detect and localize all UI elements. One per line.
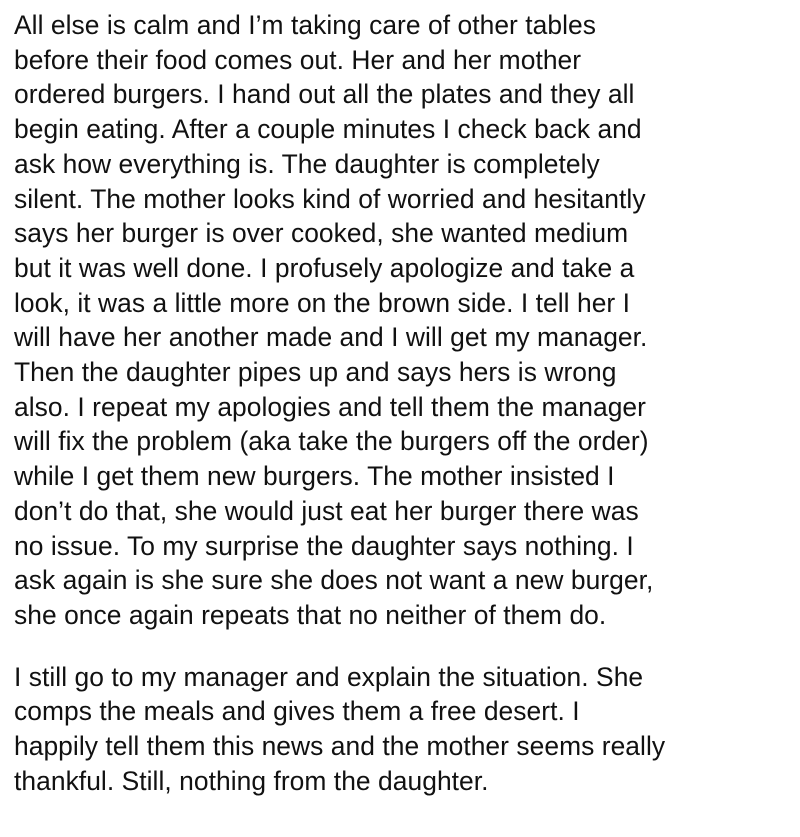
text-line: says her burger is over cooked, she want…	[14, 218, 629, 249]
text-line: look, it was a little more on the brown …	[14, 287, 631, 318]
paragraph-1: All else is calm and I’m taking care of …	[14, 8, 792, 633]
text-line: while I get them new burgers. The mother…	[14, 461, 615, 492]
text-line: will fix the problem (aka take the burge…	[14, 426, 649, 457]
text-line: silent. The mother looks kind of worried…	[14, 183, 646, 214]
text-line: thankful. Still, nothing from the daught…	[14, 765, 489, 796]
text-line: Then the daughter pipes up and says hers…	[14, 357, 617, 388]
text-line: ordered burgers. I hand out all the plat…	[14, 79, 635, 110]
text-line: before their food comes out. Her and her…	[14, 44, 582, 75]
text-line: happily tell them this news and the moth…	[14, 731, 666, 762]
story-text: All else is calm and I’m taking care of …	[14, 8, 792, 798]
text-line: begin eating. After a couple minutes I c…	[14, 114, 642, 145]
text-line: I still go to my manager and explain the…	[14, 661, 644, 692]
text-line: All else is calm and I’m taking care of …	[14, 10, 596, 40]
text-line: will have her another made and I will ge…	[14, 322, 648, 353]
text-line: no issue. To my surprise the daughter sa…	[14, 530, 634, 561]
text-line: she once again repeats that no neither o…	[14, 599, 607, 630]
text-line: ask how everything is. The daughter is c…	[14, 148, 600, 179]
text-line: comps the meals and gives them a free de…	[14, 696, 580, 727]
text-line: also. I repeat my apologies and tell the…	[14, 391, 646, 422]
text-line: ask again is she sure she does not want …	[14, 565, 654, 596]
text-line: but it was well done. I profusely apolog…	[14, 252, 635, 283]
paragraph-2: I still go to my manager and explain the…	[14, 660, 792, 799]
text-line: don’t do that, she would just eat her bu…	[14, 495, 639, 526]
